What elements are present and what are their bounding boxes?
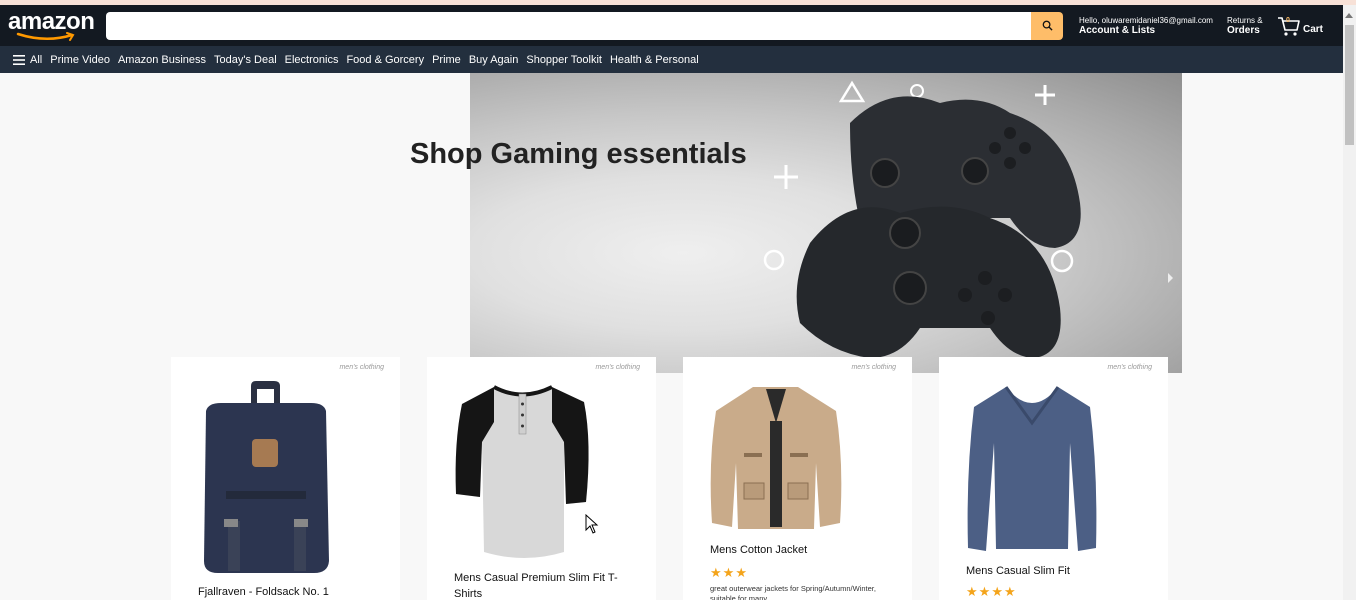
returns-orders[interactable]: Returns & Orders <box>1227 16 1271 36</box>
star-icon: ★ <box>966 584 978 599</box>
account-greeting: Hello, oluwaremidaniel36@gmail.com <box>1079 15 1213 25</box>
gaming-controllers-image <box>763 80 1081 358</box>
search-button[interactable] <box>1031 11 1063 40</box>
tshirt-image <box>455 385 589 558</box>
product-title[interactable]: Mens Casual Slim Fit <box>966 563 1136 579</box>
orders-label: Orders <box>1227 24 1260 36</box>
star-icon: ★ <box>735 565 747 580</box>
long-sleeve-shirt-image <box>967 386 1097 551</box>
account-lists-label: Account & Lists <box>1079 24 1156 36</box>
product-category: men's clothing <box>339 364 384 371</box>
rating-stars: ★ ★ ★ <box>710 566 747 579</box>
hero-background <box>470 73 1182 373</box>
hamburger-icon <box>13 54 25 65</box>
nav-bar: All Prime Video Amazon Business Today's … <box>0 46 1356 73</box>
jacket-image <box>710 387 842 529</box>
header: amazon Hello, oluwaremidaniel36@gmail.co… <box>0 5 1356 46</box>
cart-count: 0 <box>1286 16 1290 24</box>
scroll-up-icon[interactable] <box>1345 13 1353 18</box>
product-card[interactable]: men's clothing Mens Casual Slim Fit ★ ★ … <box>939 357 1168 600</box>
star-icon: ★ <box>710 565 722 580</box>
product-description: great outerwear jackets for Spring/Autum… <box>710 584 876 600</box>
search-icon <box>1042 20 1053 31</box>
amazon-logo[interactable]: amazon <box>8 8 98 44</box>
star-icon: ★ <box>978 584 991 599</box>
nav-item-prime[interactable]: Prime <box>432 54 461 66</box>
nav-all-label: All <box>30 53 43 66</box>
star-icon: ★ <box>1003 584 1016 599</box>
main-content: Shop Gaming essentials men's clothing Fj… <box>0 73 1343 600</box>
hero-title: Shop Gaming essentials <box>410 138 747 170</box>
nav-item-health-personal[interactable]: Health & Personal <box>610 54 699 66</box>
account-menu[interactable]: Hello, oluwaremidaniel36@gmail.com Accou… <box>1079 16 1219 36</box>
nav-item-shopper-toolkit[interactable]: Shopper Toolkit <box>526 54 602 66</box>
page-scrollbar[interactable] <box>1343 5 1356 600</box>
mouse-cursor-icon <box>585 514 599 534</box>
smile-arrow-icon <box>16 31 75 41</box>
nav-item-todays-deal[interactable]: Today's Deal <box>214 54 277 66</box>
product-category: men's clothing <box>1107 364 1152 371</box>
nav-all[interactable]: All <box>13 54 42 66</box>
cart-button[interactable]: 0 Cart <box>1277 15 1323 37</box>
backpack-image <box>204 381 329 573</box>
search-bar <box>106 11 1063 40</box>
star-icon: ★ <box>991 584 1003 599</box>
next-arrow-icon[interactable] <box>1168 273 1173 283</box>
nav-item-prime-video[interactable]: Prime Video <box>50 54 110 66</box>
returns-label: Returns & <box>1227 15 1263 25</box>
product-title[interactable]: Mens Cotton Jacket <box>710 542 880 558</box>
product-category: men's clothing <box>595 364 640 371</box>
cart-label: Cart <box>1303 23 1324 35</box>
scroll-thumb[interactable] <box>1345 25 1354 145</box>
product-category: men's clothing <box>851 364 896 371</box>
product-card[interactable]: men's clothing Mens Casual Premium Slim … <box>427 357 656 600</box>
product-card[interactable]: men's clothing Fjallraven - Foldsack No.… <box>171 357 400 600</box>
rating-stars: ★ ★ ★ ★ <box>966 585 1016 598</box>
product-title[interactable]: Fjallraven - Foldsack No. 1 Backpack, <box>198 584 368 600</box>
product-card[interactable]: men's clothing Mens Cotton Jacket ★ ★ ★ … <box>683 357 912 600</box>
nav-item-amazon-business[interactable]: Amazon Business <box>118 54 206 66</box>
nav-item-electronics[interactable]: Electronics <box>285 54 339 66</box>
product-title[interactable]: Mens Casual Premium Slim Fit T-Shirts <box>454 570 624 600</box>
nav-item-food-grocery[interactable]: Food & Gorcery <box>346 54 424 66</box>
search-input[interactable] <box>106 11 1031 40</box>
hero-banner[interactable]: Shop Gaming essentials <box>0 73 1182 373</box>
star-icon: ★ <box>722 565 735 580</box>
nav-item-buy-again[interactable]: Buy Again <box>469 54 519 66</box>
